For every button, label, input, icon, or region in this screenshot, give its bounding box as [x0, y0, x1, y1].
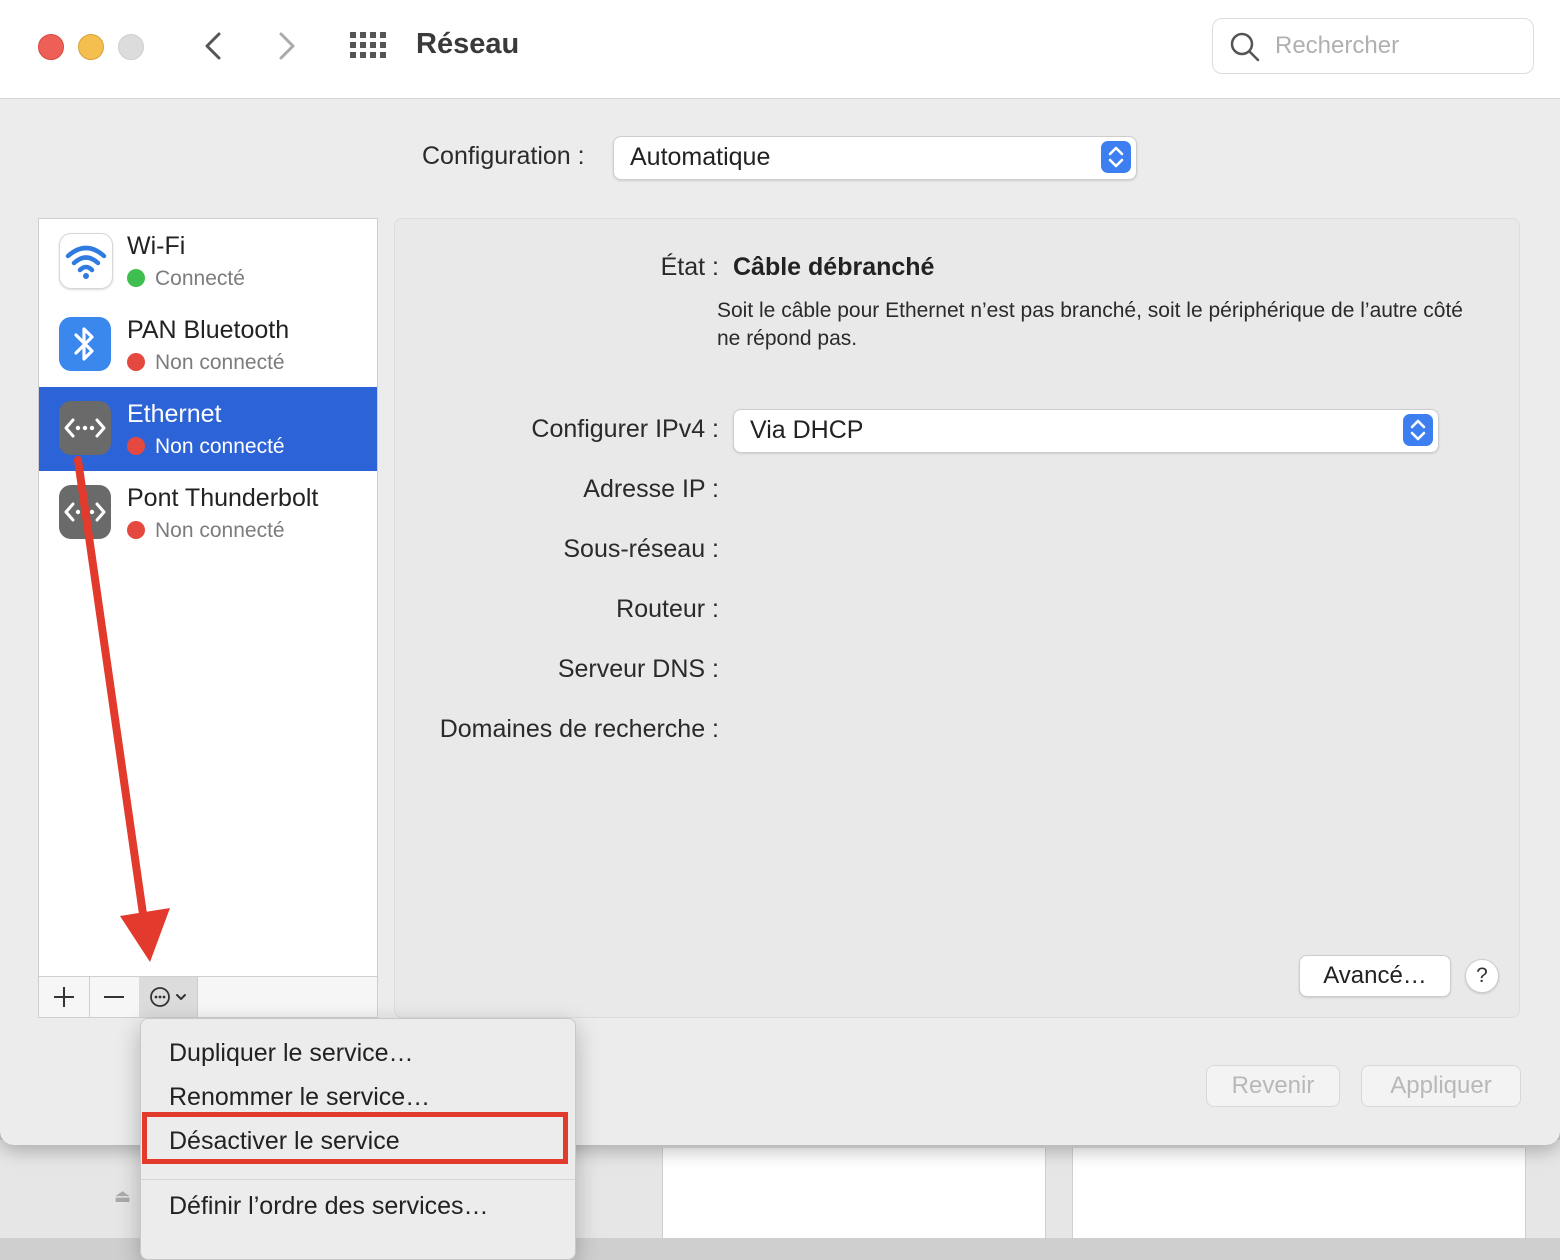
annotation-highlight-box: [142, 1112, 568, 1164]
state-label: État :: [660, 253, 719, 281]
back-button[interactable]: [194, 26, 234, 66]
service-name: Pont Thunderbolt: [127, 484, 319, 512]
ip-address-label: Adresse IP :: [583, 475, 719, 503]
chevron-right-icon: [279, 32, 295, 60]
service-item-ethernet[interactable]: Ethernet Non connecté: [39, 387, 377, 471]
menu-item-set-service-order[interactable]: Définir l’ordre des services…: [169, 1192, 489, 1221]
state-description: Soit le câble pour Ethernet n’est pas br…: [717, 299, 1463, 350]
titlebar: Réseau: [0, 0, 1560, 99]
status-dot-red: [127, 437, 145, 455]
service-item-thunderbolt-bridge[interactable]: Pont Thunderbolt Non connecté: [39, 471, 377, 555]
apply-button[interactable]: Appliquer: [1361, 1065, 1521, 1107]
configuration-popup[interactable]: Automatique: [613, 136, 1137, 180]
service-status: Non connecté: [127, 435, 285, 459]
grid-icon: [350, 32, 386, 58]
network-preferences-window: Réseau Configuration : Automatique Wi-Fi…: [0, 0, 1560, 1145]
chevron-left-icon: [205, 32, 221, 60]
help-button[interactable]: ?: [1465, 959, 1499, 993]
service-item-pan-bluetooth[interactable]: PAN Bluetooth Non connecté: [39, 303, 377, 387]
service-name: PAN Bluetooth: [127, 316, 290, 344]
ellipsis-circle-icon: [150, 987, 186, 1007]
minus-icon: [104, 996, 124, 998]
status-dot-red: [127, 521, 145, 539]
status-dot-green: [127, 269, 145, 287]
bluetooth-icon: [59, 317, 111, 371]
ipv4-label: Configurer IPv4 :: [531, 415, 719, 443]
background-column: [662, 1148, 1046, 1238]
minimize-window-button[interactable]: [78, 34, 104, 60]
popup-stepper-icon: [1403, 414, 1433, 446]
popup-stepper-icon: [1101, 141, 1131, 173]
show-all-button[interactable]: [348, 28, 388, 64]
menu-item-duplicate-service[interactable]: Dupliquer le service…: [169, 1039, 414, 1068]
service-list: Wi-Fi Connecté PAN Bluetooth Non connect…: [38, 218, 378, 978]
service-status: Connecté: [127, 267, 245, 291]
subnet-label: Sous-réseau :: [563, 535, 719, 563]
ipv4-popup[interactable]: Via DHCP: [733, 409, 1439, 453]
service-item-wifi[interactable]: Wi-Fi Connecté: [39, 219, 377, 303]
background-column: [1072, 1148, 1526, 1238]
remove-service-button[interactable]: [89, 977, 140, 1017]
search-input[interactable]: [1273, 29, 1517, 63]
configuration-value: Automatique: [630, 143, 771, 171]
configuration-label: Configuration :: [422, 142, 585, 170]
add-service-button[interactable]: [39, 977, 90, 1017]
search-icon: [1230, 32, 1260, 62]
ethernet-icon: [59, 485, 111, 539]
eject-icon: ⏏: [114, 1186, 132, 1206]
menu-separator: [141, 1179, 575, 1180]
detail-panel: État : Câble débranché Soit le câble pou…: [394, 218, 1520, 1018]
action-menu-button[interactable]: [139, 977, 198, 1017]
service-name: Ethernet: [127, 400, 222, 428]
zoom-window-button[interactable]: [118, 34, 144, 60]
window-title: Réseau: [416, 28, 520, 60]
service-list-toolbar: [38, 976, 378, 1018]
forward-button[interactable]: [266, 26, 306, 66]
revert-button[interactable]: Revenir: [1206, 1065, 1340, 1107]
ipv4-value: Via DHCP: [750, 416, 864, 444]
advanced-button[interactable]: Avancé…: [1299, 955, 1451, 997]
service-name: Wi-Fi: [127, 232, 186, 260]
dns-server-label: Serveur DNS :: [557, 655, 719, 683]
search-field[interactable]: [1212, 18, 1534, 74]
menu-item-rename-service[interactable]: Renommer le service…: [169, 1083, 430, 1112]
close-window-button[interactable]: [38, 34, 64, 60]
status-dot-red: [127, 353, 145, 371]
ethernet-icon: [59, 401, 111, 455]
router-label: Routeur :: [616, 595, 719, 623]
search-domains-label: Domaines de recherche :: [439, 715, 719, 743]
plus-icon: [54, 987, 74, 1007]
wifi-icon: [59, 233, 113, 289]
service-status: Non connecté: [127, 351, 285, 375]
state-value: Câble débranché: [733, 253, 935, 281]
service-status: Non connecté: [127, 519, 285, 543]
